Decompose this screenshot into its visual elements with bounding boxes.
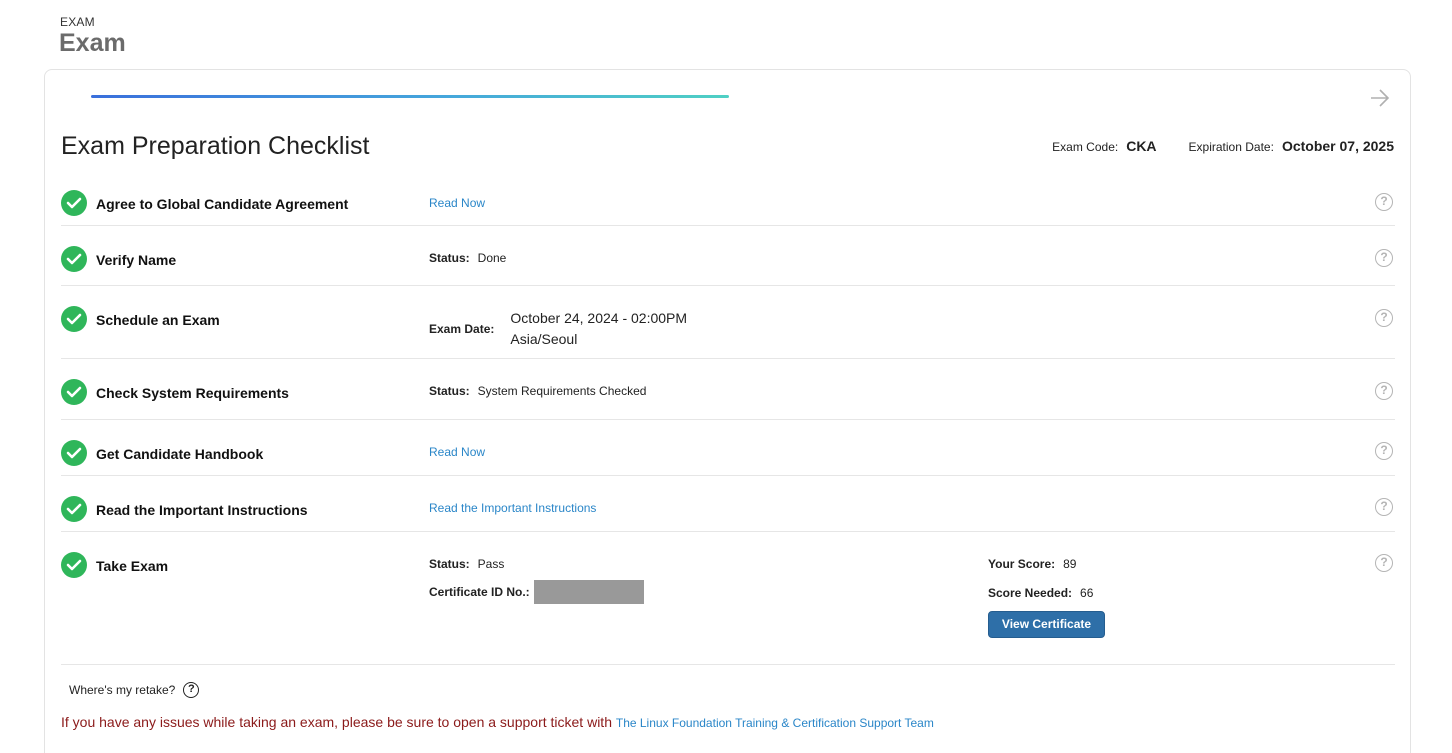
checklist-row-handbook: Get Candidate Handbook Read Now ? <box>61 420 1395 476</box>
score-needed-label: Score Needed: <box>988 586 1073 600</box>
check-circle-icon <box>61 190 87 216</box>
read-instructions-link[interactable]: Read the Important Instructions <box>429 501 596 515</box>
step-label: Agree to Global Candidate Agreement <box>96 196 349 212</box>
step-label: Check System Requirements <box>96 385 289 401</box>
checklist-row-system-requirements: Check System Requirements Status: System… <box>61 359 1395 420</box>
check-circle-icon <box>61 246 87 272</box>
checklist-row-take-exam: Take Exam Status: Pass Certificate ID No… <box>61 532 1395 665</box>
retake-text: Where's my retake? <box>69 683 176 697</box>
read-handbook-link[interactable]: Read Now <box>429 445 485 459</box>
score-value: 89 <box>1063 557 1077 571</box>
status-label: Status: <box>429 384 470 398</box>
exam-meta: Exam Code: CKA Expiration Date: October … <box>1052 138 1394 154</box>
status-value: System Requirements Checked <box>477 384 647 398</box>
arrow-right-icon[interactable] <box>1368 86 1392 110</box>
step-label: Get Candidate Handbook <box>96 446 264 462</box>
help-circle-icon[interactable]: ? <box>1375 382 1393 400</box>
exam-timezone: Asia/Seoul <box>510 331 578 347</box>
progress-bar <box>91 95 729 98</box>
breadcrumb: EXAM <box>60 15 95 29</box>
check-circle-icon <box>61 552 87 578</box>
retake-info: Where's my retake? ? <box>69 682 200 698</box>
checklist-row-agreement: Agree to Global Candidate Agreement Read… <box>61 182 1395 226</box>
step-label: Take Exam <box>96 558 169 574</box>
checklist-row-verify-name: Verify Name Status: Done ? <box>61 226 1395 286</box>
exam-checklist-card: Exam Preparation Checklist Exam Code: CK… <box>44 69 1411 753</box>
step-label: Read the Important Instructions <box>96 502 308 518</box>
expiration-value: October 07, 2025 <box>1281 138 1394 154</box>
help-circle-icon[interactable]: ? <box>1375 442 1393 460</box>
help-circle-icon[interactable]: ? <box>1375 249 1393 267</box>
check-circle-icon <box>61 440 87 466</box>
help-circle-icon[interactable]: ? <box>1375 309 1393 327</box>
support-notice: If you have any issues while taking an e… <box>61 714 934 730</box>
step-label: Verify Name <box>96 252 177 268</box>
checklist-row-schedule: Schedule an Exam Exam Date: October 24, … <box>61 286 1395 359</box>
exam-date-value: October 24, 2024 - 02:00PM <box>510 310 688 326</box>
check-circle-icon <box>61 379 87 405</box>
read-agreement-link[interactable]: Read Now <box>429 196 485 210</box>
help-circle-icon[interactable]: ? <box>1375 554 1393 572</box>
status-value: Done <box>477 251 507 265</box>
help-circle-icon[interactable]: ? <box>1375 193 1393 211</box>
support-notice-text: If you have any issues while taking an e… <box>61 714 612 730</box>
exam-code-label: Exam Code: <box>1052 140 1119 154</box>
checklist-title: Exam Preparation Checklist <box>61 132 370 160</box>
check-circle-icon <box>61 306 87 332</box>
certificate-id-label: Certificate ID No.: <box>429 585 530 599</box>
check-circle-icon <box>61 496 87 522</box>
status-value: Pass <box>477 557 505 571</box>
checklist-row-instructions: Read the Important Instructions Read the… <box>61 476 1395 532</box>
certificate-id-redacted <box>533 580 644 604</box>
status-label: Status: <box>429 251 470 265</box>
exam-code-value: CKA <box>1126 138 1157 154</box>
page-title: Exam <box>59 29 126 57</box>
expiration-label: Expiration Date: <box>1188 140 1274 154</box>
status-label: Status: <box>429 557 470 571</box>
view-certificate-button[interactable]: View Certificate <box>988 611 1105 638</box>
help-circle-icon[interactable]: ? <box>1375 498 1393 516</box>
step-label: Schedule an Exam <box>96 312 220 328</box>
score-label: Your Score: <box>988 557 1056 571</box>
support-team-link[interactable]: The Linux Foundation Training & Certific… <box>616 716 934 730</box>
exam-date-label: Exam Date: <box>429 322 495 336</box>
score-needed-value: 66 <box>1080 586 1094 600</box>
help-circle-icon[interactable]: ? <box>183 682 200 698</box>
